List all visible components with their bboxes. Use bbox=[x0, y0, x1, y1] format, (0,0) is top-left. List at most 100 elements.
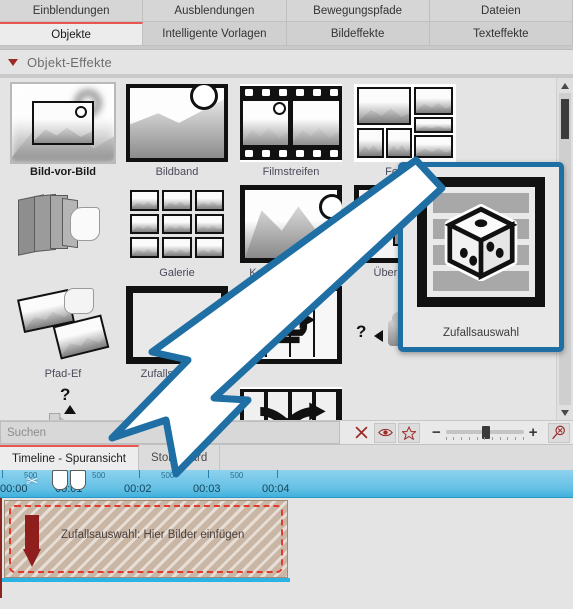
section-header-objekt-effekte[interactable]: Objekt-Effekte bbox=[0, 50, 573, 74]
timeline-view-tabs: Timeline - Spuransicht Storyboard bbox=[0, 444, 573, 470]
effect-label: Filmstreifen bbox=[262, 166, 320, 178]
ruler-minor-label: 500 bbox=[230, 471, 244, 480]
tab-bewegungspfade[interactable]: Bewegungspfade bbox=[286, 0, 430, 21]
effect-label: Pfad-Ef bbox=[44, 368, 82, 380]
tab-label: Objekte bbox=[51, 28, 91, 41]
dice-icon bbox=[133, 293, 221, 357]
collage-icon bbox=[357, 87, 453, 159]
arrow-down-icon bbox=[23, 515, 41, 567]
zoom-callout-zufallsauswahl: Zufallsauswahl bbox=[398, 162, 564, 352]
bildband-icon bbox=[126, 84, 228, 162]
search-input[interactable]: Suchen bbox=[0, 421, 340, 444]
effect-item-seitenblaettern[interactable] bbox=[9, 185, 117, 283]
application-window: Einblendungen Ausblendungen Bewegungspfa… bbox=[0, 0, 573, 609]
effect-label: Bildband bbox=[155, 166, 199, 178]
effect-item-zufallsauswahl[interactable]: Zufallsauswahl bbox=[123, 286, 231, 384]
effect-label: Zufallsauswahl bbox=[140, 368, 214, 380]
effect-label bbox=[351, 364, 459, 384]
effect-category-tabs-row2: Objekte Intelligente Vorlagen Bildeffekt… bbox=[0, 22, 573, 46]
scroll-down-button[interactable] bbox=[557, 405, 573, 420]
scissors-icon[interactable]: ✂ bbox=[26, 472, 39, 490]
dice-icon bbox=[444, 204, 518, 281]
playhead-marker-secondary[interactable] bbox=[70, 470, 86, 497]
loop-arrows-icon bbox=[240, 286, 342, 364]
zoom-control-group: − + bbox=[432, 425, 538, 441]
tab-bildeffekte[interactable]: Bildeffekte bbox=[286, 22, 430, 45]
filmstrip-icon bbox=[240, 86, 342, 160]
effect-thumbnail[interactable]: ? ? ? bbox=[12, 387, 114, 420]
tab-storyboard[interactable]: Storyboard bbox=[138, 445, 221, 470]
effect-thumbnail[interactable]: ? ? bbox=[126, 387, 228, 420]
ruler-label: 00:00 bbox=[0, 483, 28, 495]
effect-thumbnail[interactable] bbox=[240, 84, 342, 162]
effect-thumbnail[interactable] bbox=[10, 82, 116, 164]
effect-item-ken-burns-effekt[interactable]: Ken-Burns-Effekt bbox=[237, 185, 345, 283]
callout-thumbnail[interactable] bbox=[417, 177, 545, 307]
inner-frame bbox=[32, 101, 94, 145]
tab-objekte[interactable]: Objekte bbox=[0, 22, 144, 45]
timeline-track[interactable]: Zufallsauswahl: Hier Bilder einfügen bbox=[0, 498, 573, 598]
favorite-button[interactable] bbox=[398, 422, 420, 443]
tab-label: Texteffekte bbox=[473, 27, 529, 40]
preview-toggle-button[interactable] bbox=[374, 422, 396, 443]
ruler-minor-label: 500 bbox=[92, 471, 106, 480]
tab-label: Intelligente Vorlagen bbox=[162, 27, 267, 40]
zoom-reset-button[interactable] bbox=[547, 422, 570, 443]
timeline-clip-zufallsauswahl[interactable]: Zufallsauswahl: Hier Bilder einfügen bbox=[4, 500, 288, 578]
shuffle-icon bbox=[240, 389, 342, 420]
effect-thumbnail[interactable] bbox=[240, 286, 342, 364]
tab-label: Timeline - Spuransicht bbox=[12, 452, 126, 465]
tab-intelligente-vorlagen[interactable]: Intelligente Vorlagen bbox=[143, 22, 287, 45]
effect-thumbnail[interactable] bbox=[12, 286, 114, 364]
callout-label: Zufallsauswahl bbox=[442, 327, 520, 339]
effect-item-filmstreifen[interactable]: Filmstreifen bbox=[237, 84, 345, 182]
triangle-down-icon bbox=[561, 409, 569, 416]
slider-ticks bbox=[445, 436, 524, 440]
effect-thumbnail[interactable] bbox=[126, 286, 228, 364]
effect-thumbnail[interactable] bbox=[354, 84, 456, 162]
effect-label: Ken-Burns-Effekt bbox=[249, 267, 333, 279]
effect-thumbnail[interactable] bbox=[240, 185, 342, 263]
effect-thumbnail[interactable] bbox=[12, 185, 114, 263]
ruler-minor-label: 500 bbox=[161, 471, 175, 480]
magnifier-x-icon bbox=[552, 425, 565, 440]
tab-label: Ausblendungen bbox=[174, 4, 255, 17]
effect-category-tabs-row1: Einblendungen Ausblendungen Bewegungspfa… bbox=[0, 0, 573, 22]
thumbnail-inner bbox=[427, 187, 535, 297]
close-button[interactable] bbox=[350, 423, 372, 443]
effect-item-kurvenbewegung[interactable]: ? ? ? bbox=[9, 387, 117, 420]
tab-label: Einblendungen bbox=[32, 4, 110, 17]
effect-item-galerie[interactable]: Galerie bbox=[123, 185, 231, 283]
effect-thumbnail[interactable] bbox=[126, 84, 228, 162]
zoom-out-button[interactable]: − bbox=[432, 425, 441, 440]
scrollbar-thumb[interactable] bbox=[561, 99, 569, 139]
playhead-marker[interactable] bbox=[52, 470, 68, 497]
triangle-down-icon[interactable] bbox=[8, 58, 18, 66]
effect-label: Bild-vor-Bild bbox=[30, 166, 96, 178]
effect-item-schleife[interactable] bbox=[237, 286, 345, 384]
effect-item-mischen[interactable] bbox=[237, 387, 345, 420]
tab-texteffekte[interactable]: Texteffekte bbox=[429, 22, 573, 45]
effect-thumbnail[interactable] bbox=[126, 185, 228, 263]
timeline-ruler[interactable]: 00:00 00:01 00:02 00:03 00:04 500 500 50… bbox=[0, 470, 573, 498]
scroll-up-button[interactable] bbox=[557, 78, 573, 93]
tab-ausblendungen[interactable]: Ausblendungen bbox=[143, 0, 287, 21]
tab-timeline-spuransicht[interactable]: Timeline - Spuransicht bbox=[0, 445, 139, 470]
x-icon bbox=[354, 426, 368, 439]
tab-label: Dateien bbox=[481, 4, 521, 17]
effect-item-bild-vor-bild[interactable]: Bild-vor-Bild bbox=[9, 82, 117, 182]
effect-item-magnetbewegung[interactable]: ? ? bbox=[123, 387, 231, 420]
effect-label: Galerie bbox=[159, 267, 195, 279]
tab-label: Bildeffekte bbox=[330, 27, 385, 40]
zoom-slider[interactable] bbox=[445, 425, 524, 441]
effect-item-bildband[interactable]: Bildband bbox=[123, 84, 231, 182]
effect-thumbnail[interactable] bbox=[240, 387, 342, 420]
star-icon bbox=[402, 425, 416, 440]
tab-einblendungen[interactable]: Einblendungen bbox=[0, 0, 144, 21]
ken-burns-icon bbox=[240, 185, 342, 263]
tab-dateien[interactable]: Dateien bbox=[429, 0, 573, 21]
effect-item-pfad-effekt[interactable]: Pfad-Ef bbox=[9, 286, 117, 384]
ruler-label: 00:03 bbox=[193, 483, 221, 495]
zoom-in-button[interactable]: + bbox=[529, 425, 538, 440]
clip-selection-underline bbox=[2, 578, 290, 582]
